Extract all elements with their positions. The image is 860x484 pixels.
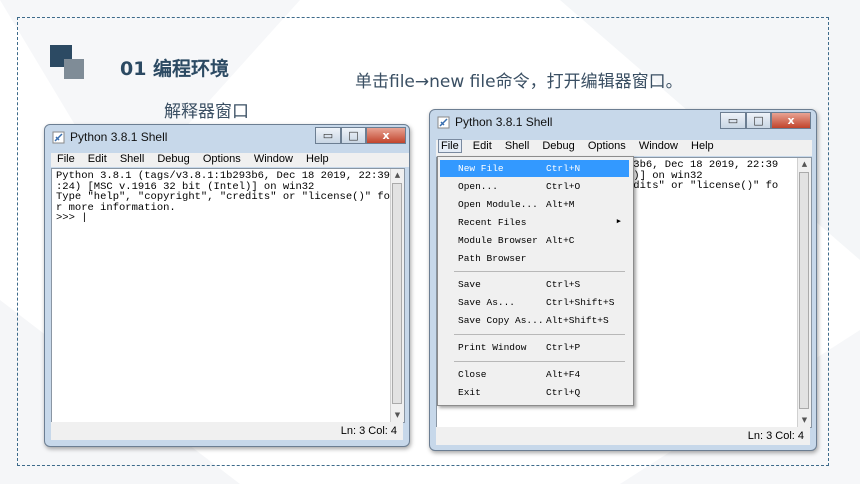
code-line: edits" or "license()" fo — [627, 180, 779, 192]
instruction-text: 单击file→new file命令，打开编辑器窗口。 — [355, 72, 683, 92]
menu-item-shortcut: Ctrl+S — [546, 279, 581, 290]
menu-item-shortcut: Alt+C — [546, 235, 575, 246]
menu-shell[interactable]: Shell — [505, 140, 529, 152]
menu-item-label: Save — [458, 279, 481, 290]
menu-item-label: Print Window — [458, 342, 527, 353]
menu-shell[interactable]: Shell — [120, 153, 144, 165]
menu-item-label: Close — [458, 369, 487, 380]
window-title: Python 3.8.1 Shell — [455, 115, 553, 129]
menu-debug[interactable]: Debug — [542, 140, 574, 152]
menu-window[interactable]: Window — [254, 153, 293, 165]
menu-item-label: Save As... — [458, 297, 516, 308]
code-line: r more information. — [56, 201, 176, 214]
menu-options[interactable]: Options — [203, 153, 241, 165]
menu-item-label: Save Copy As... — [458, 315, 544, 326]
section-heading: 01 编程环境 — [120, 58, 230, 80]
menu-options[interactable]: Options — [588, 140, 626, 152]
heading-marker-shadow-icon — [64, 59, 84, 79]
menu-item-new-file[interactable]: New File Ctrl+N — [440, 160, 629, 177]
vertical-scrollbar[interactable]: ▲ ▼ — [797, 158, 811, 427]
shell-output: 93b6, Dec 18 2019, 22:39 1)] on win32 edit… — [627, 160, 778, 192]
menu-item-save[interactable]: Save Ctrl+S — [440, 276, 629, 293]
menu-item-close[interactable]: Close Alt+F4 — [440, 366, 629, 383]
menu-bar: File Edit Shell Debug Options Window Hel… — [51, 153, 409, 167]
minimize-button[interactable]: ▭ — [720, 112, 746, 129]
scroll-thumb[interactable] — [392, 183, 402, 404]
menu-item-shortcut: Ctrl+O — [546, 181, 581, 192]
menu-item-open-module[interactable]: Open Module... Alt+M — [440, 196, 629, 213]
menu-window[interactable]: Window — [639, 140, 678, 152]
maximize-button[interactable]: □ — [341, 127, 366, 144]
menu-edit[interactable]: Edit — [473, 140, 492, 152]
close-button[interactable]: x — [771, 112, 811, 129]
menu-item-exit[interactable]: Exit Ctrl+Q — [440, 384, 629, 401]
menu-debug[interactable]: Debug — [157, 153, 189, 165]
scroll-thumb[interactable] — [799, 172, 809, 409]
menu-item-label: Open... — [458, 181, 498, 192]
menu-item-label: Module Browser — [458, 235, 538, 246]
file-menu-dropdown: New File Ctrl+N Open... Ctrl+O Open Module… — [437, 156, 634, 406]
menu-item-save-as[interactable]: Save As... Ctrl+Shift+S — [440, 294, 629, 311]
menu-item-module-browser[interactable]: Module Browser Alt+C — [440, 232, 629, 249]
menu-file[interactable]: File — [57, 153, 75, 165]
menu-item-shortcut: Ctrl+Shift+S — [546, 297, 615, 308]
menu-item-shortcut: Ctrl+N — [546, 163, 581, 174]
status-bar: Ln: 3 Col: 4 — [51, 422, 403, 440]
menu-file[interactable]: File — [438, 139, 462, 153]
scroll-down-icon[interactable]: ▼ — [798, 414, 811, 427]
menu-help[interactable]: Help — [306, 153, 329, 165]
scroll-up-icon[interactable]: ▲ — [798, 158, 811, 171]
menu-item-open[interactable]: Open... Ctrl+O — [440, 178, 629, 195]
scroll-up-icon[interactable]: ▲ — [391, 169, 404, 182]
menu-item-label: Exit — [458, 387, 481, 398]
menu-separator — [454, 361, 625, 362]
menu-item-recent-files[interactable]: Recent Files ▶ — [440, 214, 629, 231]
menu-bar: File Edit Shell Debug Options Window Hel… — [436, 139, 812, 156]
chevron-right-icon: ▶ — [616, 218, 621, 226]
python-feather-icon — [52, 131, 65, 144]
menu-item-label: New File — [458, 163, 504, 174]
menu-item-label: Recent Files — [458, 217, 527, 228]
python-feather-icon — [437, 116, 450, 129]
menu-item-shortcut: Ctrl+Q — [546, 387, 581, 398]
code-line: 93b6, Dec 18 2019, 22:39 — [627, 159, 779, 171]
window-title: Python 3.8.1 Shell — [70, 130, 168, 144]
menu-separator — [454, 271, 625, 272]
prompt-line: >>> | — [56, 212, 88, 224]
minimize-button[interactable]: ▭ — [315, 127, 341, 144]
maximize-button[interactable]: □ — [746, 112, 771, 129]
status-bar: Ln: 3 Col: 4 — [436, 427, 810, 445]
title-bar[interactable]: Python 3.8.1 Shell ▭ □ x — [45, 125, 409, 149]
menu-item-shortcut: Alt+M — [546, 199, 575, 210]
menu-item-path-browser[interactable]: Path Browser — [440, 250, 629, 267]
shell-output: Python 3.8.1 (tags/v3.8.1:1b293b6, Dec 1… — [56, 171, 390, 224]
title-bar[interactable]: Python 3.8.1 Shell ▭ □ x — [430, 110, 816, 134]
interpreter-caption: 解释器窗口 — [164, 102, 249, 122]
menu-help[interactable]: Help — [691, 140, 714, 152]
menu-item-shortcut: Alt+F4 — [546, 369, 581, 380]
menu-item-label: Path Browser — [458, 253, 527, 264]
menu-edit[interactable]: Edit — [88, 153, 107, 165]
vertical-scrollbar[interactable]: ▲ ▼ — [390, 169, 404, 422]
shell-text-area[interactable]: Python 3.8.1 (tags/v3.8.1:1b293b6, Dec 1… — [51, 168, 405, 423]
menu-item-label: Open Module... — [458, 199, 538, 210]
menu-item-save-copy-as[interactable]: Save Copy As... Alt+Shift+S — [440, 312, 629, 329]
cursor-position: Ln: 3 Col: 4 — [747, 430, 804, 442]
code-line: Type "help", "copyright", "credits" or "… — [56, 191, 390, 203]
code-line: Python 3.8.1 (tags/v3.8.1:1b293b6, Dec 1… — [56, 170, 390, 182]
shell-window-left: Python 3.8.1 Shell ▭ □ x File Edit Shell… — [44, 124, 410, 447]
scroll-down-icon[interactable]: ▼ — [391, 409, 404, 422]
menu-item-shortcut: Alt+Shift+S — [546, 315, 609, 326]
menu-item-print-window[interactable]: Print Window Ctrl+P — [440, 339, 629, 356]
menu-item-shortcut: Ctrl+P — [546, 342, 581, 353]
cursor-position: Ln: 3 Col: 4 — [340, 425, 397, 437]
menu-separator — [454, 334, 625, 335]
close-button[interactable]: x — [366, 127, 406, 144]
